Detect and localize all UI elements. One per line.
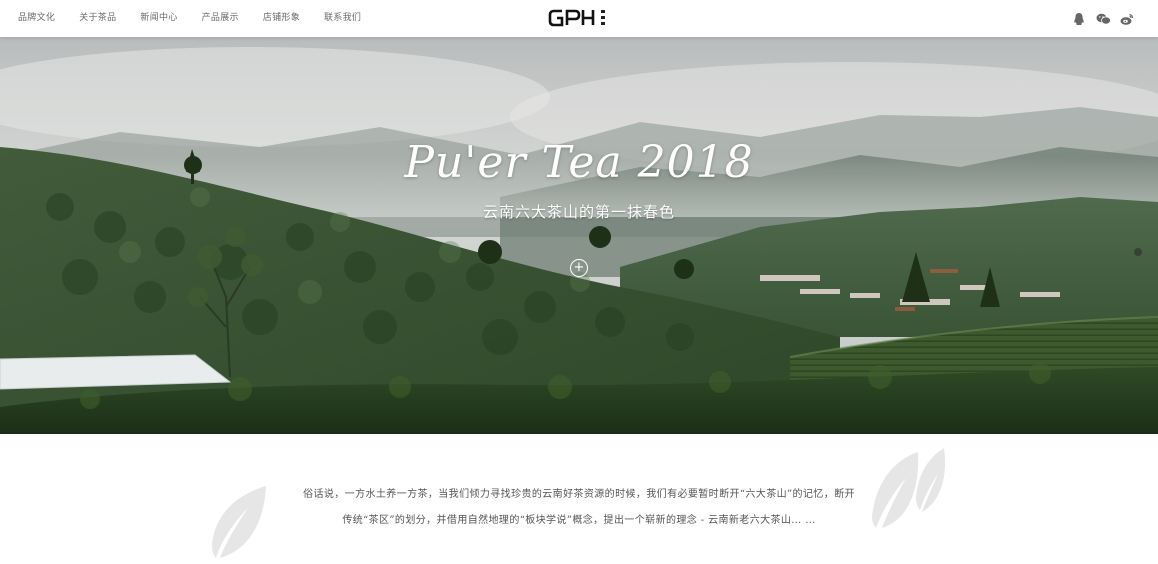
nav-about-tea[interactable]: 关于茶品 (79, 0, 116, 37)
nav-contact[interactable]: 联系我们 (324, 0, 361, 37)
hero-title: Pu'er Tea 2018 (404, 137, 754, 188)
site-header: 品牌文化 关于茶品 新闻中心 产品展示 店铺形象 联系我们 (0, 0, 1158, 37)
intro-line-2: 传统“茶区”的划分，并借用自然地理的“板块学说”概念，提出一个崭新的理念 - 云… (342, 515, 816, 526)
qq-icon[interactable] (1072, 11, 1086, 25)
slider-dot[interactable] (1134, 248, 1142, 256)
main-nav: 品牌文化 关于茶品 新闻中心 产品展示 店铺形象 联系我们 (18, 0, 385, 37)
brand-logo[interactable] (548, 7, 610, 29)
expand-plus-button[interactable]: + (570, 259, 588, 277)
nav-products[interactable]: 产品展示 (202, 0, 239, 37)
hero-subtitle: 云南六大茶山的第一抹春色 (482, 203, 675, 221)
nav-news[interactable]: 新闻中心 (140, 0, 177, 37)
weibo-icon[interactable] (1120, 11, 1134, 25)
hero-banner: Pu'er Tea 2018 云南六大茶山的第一抹春色 + (0, 37, 1158, 434)
nav-store[interactable]: 店铺形象 (263, 0, 300, 37)
tea-mountain-photo (0, 37, 1158, 434)
wechat-icon[interactable] (1096, 11, 1111, 25)
nav-brand-culture[interactable]: 品牌文化 (18, 0, 55, 37)
social-links (1062, 11, 1134, 25)
intro-line-1: 俗话说，一方水土养一方茶，当我们倾力寻找珍贵的云南好茶资源的时候，我们有必要暂时… (303, 489, 855, 500)
intro-section: 俗话说，一方水土养一方茶，当我们倾力寻找珍贵的云南好茶资源的时候，我们有必要暂时… (0, 434, 1158, 564)
